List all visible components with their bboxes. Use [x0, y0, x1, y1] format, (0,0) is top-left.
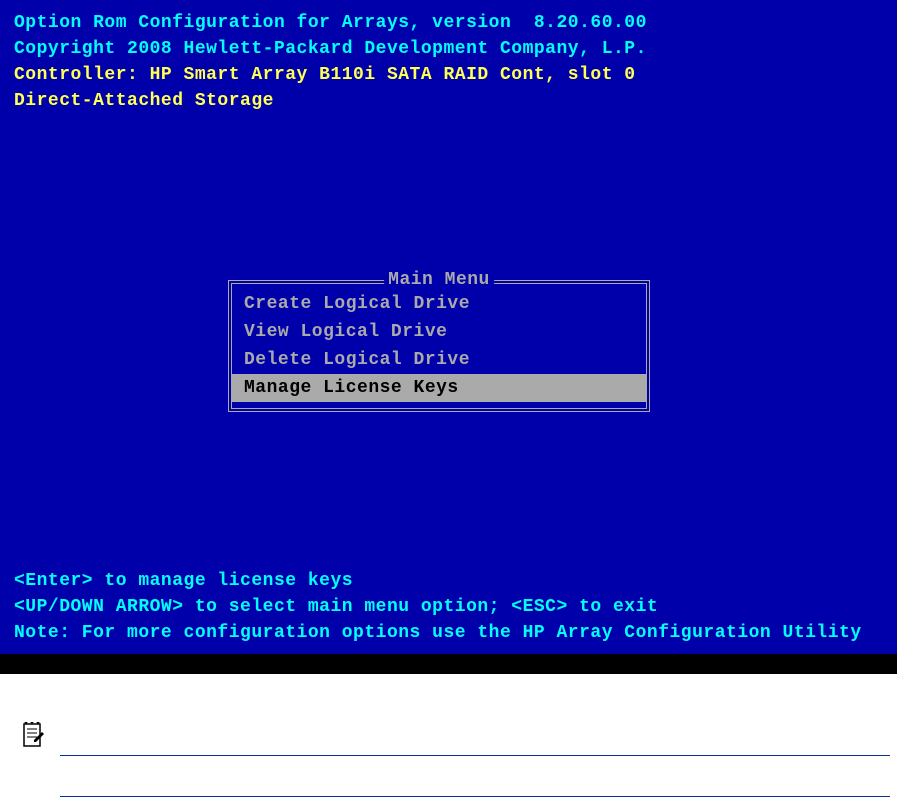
note-icon — [20, 722, 44, 755]
bios-screen: Option Rom Configuration for Arrays, ver… — [0, 0, 897, 674]
note-divider-bottom — [60, 796, 890, 797]
menu-item-delete-logical-drive[interactable]: Delete Logical Drive — [232, 346, 646, 374]
footer-nav-hint: <UP/DOWN ARROW> to select main menu opti… — [14, 594, 883, 620]
header-controller: Controller: HP Smart Array B110i SATA RA… — [14, 62, 883, 88]
note-lines — [60, 755, 890, 797]
footer-note: Note: For more configuration options use… — [14, 620, 883, 646]
menu-item-create-logical-drive[interactable]: Create Logical Drive — [232, 290, 646, 318]
footer: <Enter> to manage license keys <UP/DOWN … — [14, 568, 883, 646]
menu-item-view-logical-drive[interactable]: View Logical Drive — [232, 318, 646, 346]
header-title: Option Rom Configuration for Arrays, ver… — [14, 10, 883, 36]
note-section — [0, 714, 918, 802]
menu-item-manage-license-keys[interactable]: Manage License Keys — [232, 374, 646, 402]
note-divider-top — [60, 755, 890, 756]
main-menu-box: Main Menu Create Logical Drive View Logi… — [228, 280, 650, 412]
menu-title: Main Menu — [384, 270, 494, 290]
header-copyright: Copyright 2008 Hewlett-Packard Developme… — [14, 36, 883, 62]
menu-items: Create Logical Drive View Logical Drive … — [232, 284, 646, 408]
black-bar — [0, 654, 897, 674]
footer-enter-hint: <Enter> to manage license keys — [14, 568, 883, 594]
header-storage: Direct-Attached Storage — [14, 88, 883, 114]
